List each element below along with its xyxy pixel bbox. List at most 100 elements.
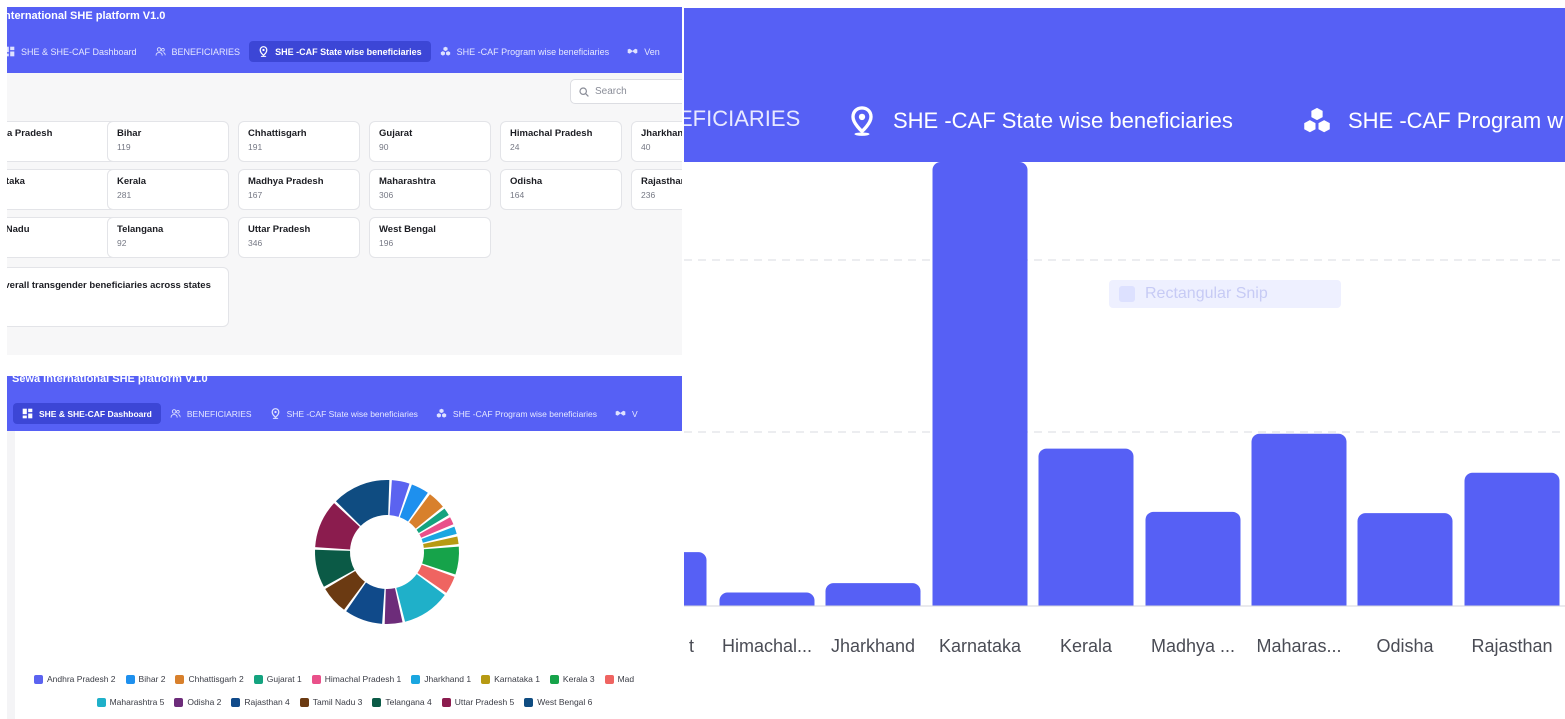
nav-tab-label: V	[632, 408, 638, 419]
legend-item[interactable]: Uttar Pradesh 5	[441, 697, 515, 707]
nav-tab-2[interactable]: SHE -CAF State wise beneficiaries	[249, 41, 431, 62]
legend-swatch	[175, 674, 185, 684]
legend-label: Telangana 4	[385, 697, 432, 707]
legend-item[interactable]: Mad	[604, 674, 634, 684]
state-card[interactable]: Kerala 281	[107, 169, 229, 210]
overall-label: Overall transgender beneficiaries across…	[7, 280, 211, 291]
app-title: Sewa International SHE platform V1.0	[12, 376, 208, 385]
rectangular-snip-overlay: Rectangular Snip	[1109, 280, 1341, 308]
legend-label: Jharkhand 1	[424, 674, 472, 684]
state-card[interactable]: Andhra Pradesh	[7, 121, 119, 162]
legend-item[interactable]: Rajasthan 4	[231, 697, 290, 707]
cubes-icon	[436, 408, 447, 418]
legend-swatch	[96, 697, 106, 707]
state-name: Chhattisgarh	[248, 128, 307, 139]
legend-item[interactable]: Bihar 2	[125, 674, 166, 684]
legend-swatch	[481, 674, 491, 684]
snip-label: Rectangular Snip	[1145, 285, 1268, 302]
legend-label: Uttar Pradesh 5	[454, 697, 515, 707]
state-card[interactable]: Jharkhand 40	[631, 121, 682, 162]
legend-swatch	[311, 674, 321, 684]
nav-tab-4[interactable]: V	[606, 403, 647, 424]
state-card[interactable]: West Bengal 196	[369, 217, 491, 258]
state-card[interactable]: Tamil Nadu	[7, 217, 119, 258]
nav-tab-3[interactable]: SHE -CAF Program wise beneficiaries	[427, 403, 606, 424]
legend-swatch	[524, 697, 534, 707]
legend-label: Odisha 2	[187, 697, 222, 707]
legend-label: Karnataka 1	[494, 674, 540, 684]
donut-legend-row-1: Andhra Pradesh 2 Bihar 2 Chhattisgarh 2 Guj…	[7, 674, 682, 684]
legend-item[interactable]: Odisha 2	[174, 697, 221, 707]
state-name: Rajasthan	[641, 176, 682, 187]
state-card[interactable]: Bihar 119	[107, 121, 229, 162]
nav-tab-label: Ven	[644, 46, 660, 57]
legend-item[interactable]: Kerala 3	[549, 674, 595, 684]
legend-label: Kerala 3	[562, 674, 595, 684]
legend-item[interactable]: Telangana 4	[372, 697, 432, 707]
legend-label: Tamil Nadu 3	[312, 697, 363, 707]
state-card[interactable]: Madhya Pradesh 167	[238, 169, 360, 210]
bar-8[interactable]	[1464, 472, 1560, 614]
legend-swatch	[441, 697, 451, 707]
legend-label: Maharashtra 5	[109, 697, 165, 707]
search-input[interactable]: Search	[570, 79, 682, 104]
nav-tab-2[interactable]: SHE -CAF State wise beneficiaries	[261, 403, 427, 424]
legend-item[interactable]: Gujarat 1	[253, 674, 302, 684]
state-card[interactable]: Uttar Pradesh 346	[238, 217, 360, 258]
legend-item[interactable]: Chhattisgarh 2	[175, 674, 244, 684]
bar-7[interactable]	[1357, 513, 1453, 614]
bar-4[interactable]	[1038, 448, 1134, 614]
nav-tab-4[interactable]: Ven	[618, 41, 669, 62]
bar-3[interactable]	[932, 162, 1028, 614]
legend-swatch	[125, 674, 135, 684]
donut-dashboard-screenshot: Sewa International SHE platform V1.0 SHE…	[7, 376, 682, 719]
nav-tab-label: BENEFICIARIES	[186, 408, 252, 419]
x-tick-label: Himachal...	[721, 636, 813, 656]
bar-0[interactable]	[684, 552, 707, 614]
state-card[interactable]: Telangana 92	[107, 217, 229, 258]
legend-item[interactable]: Himachal Pradesh 1	[311, 674, 402, 684]
nav-tab-0[interactable]: SHE & SHE-CAF Dashboard	[13, 403, 161, 424]
handshake-icon	[615, 410, 626, 416]
x-tick-label: Maharas...	[1256, 636, 1342, 656]
state-count: 191	[248, 142, 263, 152]
state-count: 236	[641, 190, 656, 200]
state-card[interactable]: Himachal Pradesh 24	[500, 121, 622, 162]
state-count: 306	[379, 190, 394, 200]
overall-value: 4	[7, 294, 228, 312]
state-card[interactable]: Gujarat 90	[369, 121, 491, 162]
legend-item[interactable]: Maharashtra 5	[96, 697, 165, 707]
legend-swatch	[174, 697, 184, 707]
legend-item[interactable]: Tamil Nadu 3	[299, 697, 363, 707]
state-card[interactable]: Maharashtra 306	[369, 169, 491, 210]
state-name: Bihar	[117, 128, 142, 139]
nav-tab-label: SHE -CAF State wise beneficiaries	[286, 408, 418, 419]
nav-tab-3[interactable]: SHE -CAF Program wise beneficiaries	[431, 41, 619, 62]
state-name: Gujarat	[379, 128, 413, 139]
nav-tab-0[interactable]: SHE & SHE-CAF Dashboard	[7, 41, 146, 62]
state-card[interactable]: Rajasthan 236	[631, 169, 682, 210]
bar-5[interactable]	[1145, 511, 1241, 614]
state-count: 24	[510, 142, 520, 152]
legend-label: Himachal Pradesh 1	[324, 674, 402, 684]
state-card[interactable]: Karnataka	[7, 169, 119, 210]
legend-item[interactable]: West Bengal 6	[524, 697, 592, 707]
x-tick-label: Odisha	[1376, 636, 1434, 656]
state-name: Maharashtra	[379, 176, 436, 187]
users-icon	[170, 409, 181, 418]
nav-tab-1[interactable]: BENEFICIARIES	[146, 41, 250, 62]
state-card[interactable]: Chhattisgarh 191	[238, 121, 360, 162]
state-name: West Bengal	[379, 224, 436, 235]
legend-item[interactable]: Jharkhand 1	[411, 674, 471, 684]
state-card[interactable]: Odisha 164	[500, 169, 622, 210]
overall-transgender-card: Overall transgender beneficiaries across…	[7, 267, 229, 327]
legend-item[interactable]: Karnataka 1	[481, 674, 540, 684]
state-count: 196	[379, 238, 394, 248]
nav-tab-1[interactable]: BENEFICIARIES	[161, 403, 261, 424]
app-title: International SHE platform V1.0	[7, 10, 166, 22]
nav-tab-label: SHE -CAF State wise beneficiaries	[275, 46, 422, 57]
x-tick-label: t	[689, 636, 695, 656]
legend-label: Bihar 2	[138, 674, 166, 684]
legend-item[interactable]: Andhra Pradesh 2	[34, 674, 116, 684]
bar-6[interactable]	[1251, 433, 1347, 614]
